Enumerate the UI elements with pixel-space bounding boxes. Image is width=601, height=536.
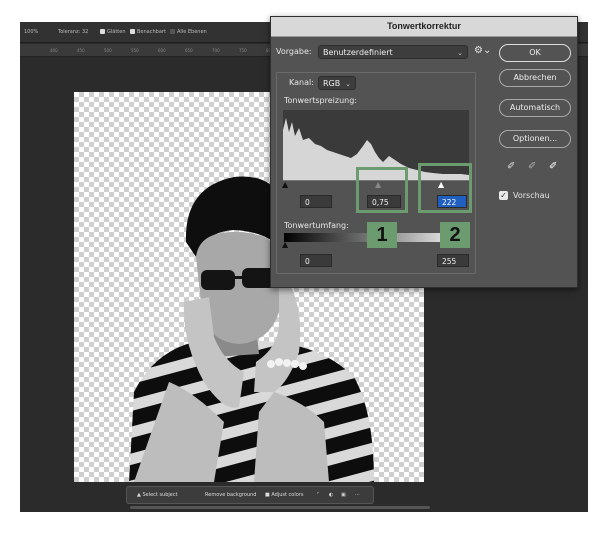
- preview-label: Vorschau: [513, 191, 550, 200]
- preset-label: Vorgabe:: [276, 47, 312, 56]
- callout-box-gamma: [356, 167, 408, 213]
- channel-value: RGB: [323, 79, 341, 88]
- preset-gear-icon[interactable]: ⚙⌄: [474, 45, 491, 56]
- ruler-tick: 450: [77, 48, 85, 53]
- callout-number-1: 1: [367, 222, 397, 248]
- all-layers-label: Alle Ebenen: [177, 29, 207, 35]
- cancel-button[interactable]: Abbrechen: [499, 69, 571, 87]
- ruler-tick: 650: [185, 48, 193, 53]
- ruler-tick: 600: [158, 48, 166, 53]
- dialog-title: Tonwertkorrektur: [271, 17, 577, 37]
- image-icon[interactable]: ▣: [341, 492, 346, 498]
- ruler-tick: 400: [50, 48, 58, 53]
- output-white-field[interactable]: 255: [437, 254, 469, 267]
- chevron-down-icon: ⌄: [345, 80, 351, 88]
- ruler-tick: 500: [104, 48, 112, 53]
- more-options-button[interactable]: ···: [355, 492, 360, 498]
- tolerance-input[interactable]: 32: [82, 29, 88, 35]
- chevron-down-icon: ⌄: [457, 49, 463, 57]
- black-eyedropper-icon[interactable]: ✐: [507, 161, 515, 172]
- output-levels-label: Tonwertumfang:: [284, 221, 349, 230]
- input-black-field[interactable]: 0: [300, 195, 332, 208]
- remove-background-button[interactable]: Remove background: [205, 492, 256, 498]
- input-levels-label: Tonwertspreizung:: [284, 96, 357, 105]
- select-subject-button[interactable]: ▲ Select subject: [137, 492, 178, 498]
- channel-select[interactable]: RGB ⌄: [318, 76, 356, 90]
- smooth-checkbox[interactable]: Glätten: [100, 29, 126, 35]
- options-button[interactable]: Optionen...: [499, 130, 571, 148]
- ruler-tick: 550: [131, 48, 139, 53]
- preset-value: Benutzerdefiniert: [323, 48, 393, 57]
- input-black-handle[interactable]: ▲: [282, 180, 288, 189]
- output-black-field[interactable]: 0: [300, 254, 332, 267]
- callout-number-2: 2: [440, 222, 470, 248]
- tolerance-label: Toleranz:: [58, 29, 81, 35]
- channel-label: Kanal:: [289, 78, 314, 87]
- preset-select[interactable]: Benutzerdefiniert ⌄: [318, 45, 468, 59]
- select-subject-label: Select subject: [142, 492, 178, 498]
- contiguous-checkbox[interactable]: Benachbart: [130, 29, 166, 35]
- horizontal-scrollbar[interactable]: [130, 506, 430, 509]
- output-black-handle[interactable]: ▲: [282, 240, 288, 249]
- crop-icon[interactable]: ⌜: [317, 492, 319, 498]
- preview-checkbox[interactable]: ✓: [499, 191, 508, 200]
- ok-button[interactable]: OK: [499, 44, 571, 62]
- adjust-colors-button[interactable]: ■ Adjust colors: [265, 492, 303, 498]
- white-eyedropper-icon[interactable]: ✐: [549, 161, 557, 172]
- smooth-label: Glätten: [107, 29, 126, 35]
- contiguous-label: Benachbart: [137, 29, 166, 35]
- contextual-task-bar: ▲ Select subject Remove background ■ Adj…: [126, 486, 374, 504]
- auto-button[interactable]: Automatisch: [499, 99, 571, 117]
- gray-eyedropper-icon[interactable]: ✐: [528, 161, 536, 172]
- mask-icon[interactable]: ◐: [329, 492, 333, 498]
- callout-box-white: [418, 163, 472, 213]
- adjust-colors-label: Adjust colors: [271, 492, 304, 498]
- ruler-tick: 700: [212, 48, 220, 53]
- zoom-select[interactable]: 100%: [24, 29, 38, 35]
- ruler-tick: 750: [239, 48, 247, 53]
- all-layers-checkbox[interactable]: Alle Ebenen: [170, 29, 207, 35]
